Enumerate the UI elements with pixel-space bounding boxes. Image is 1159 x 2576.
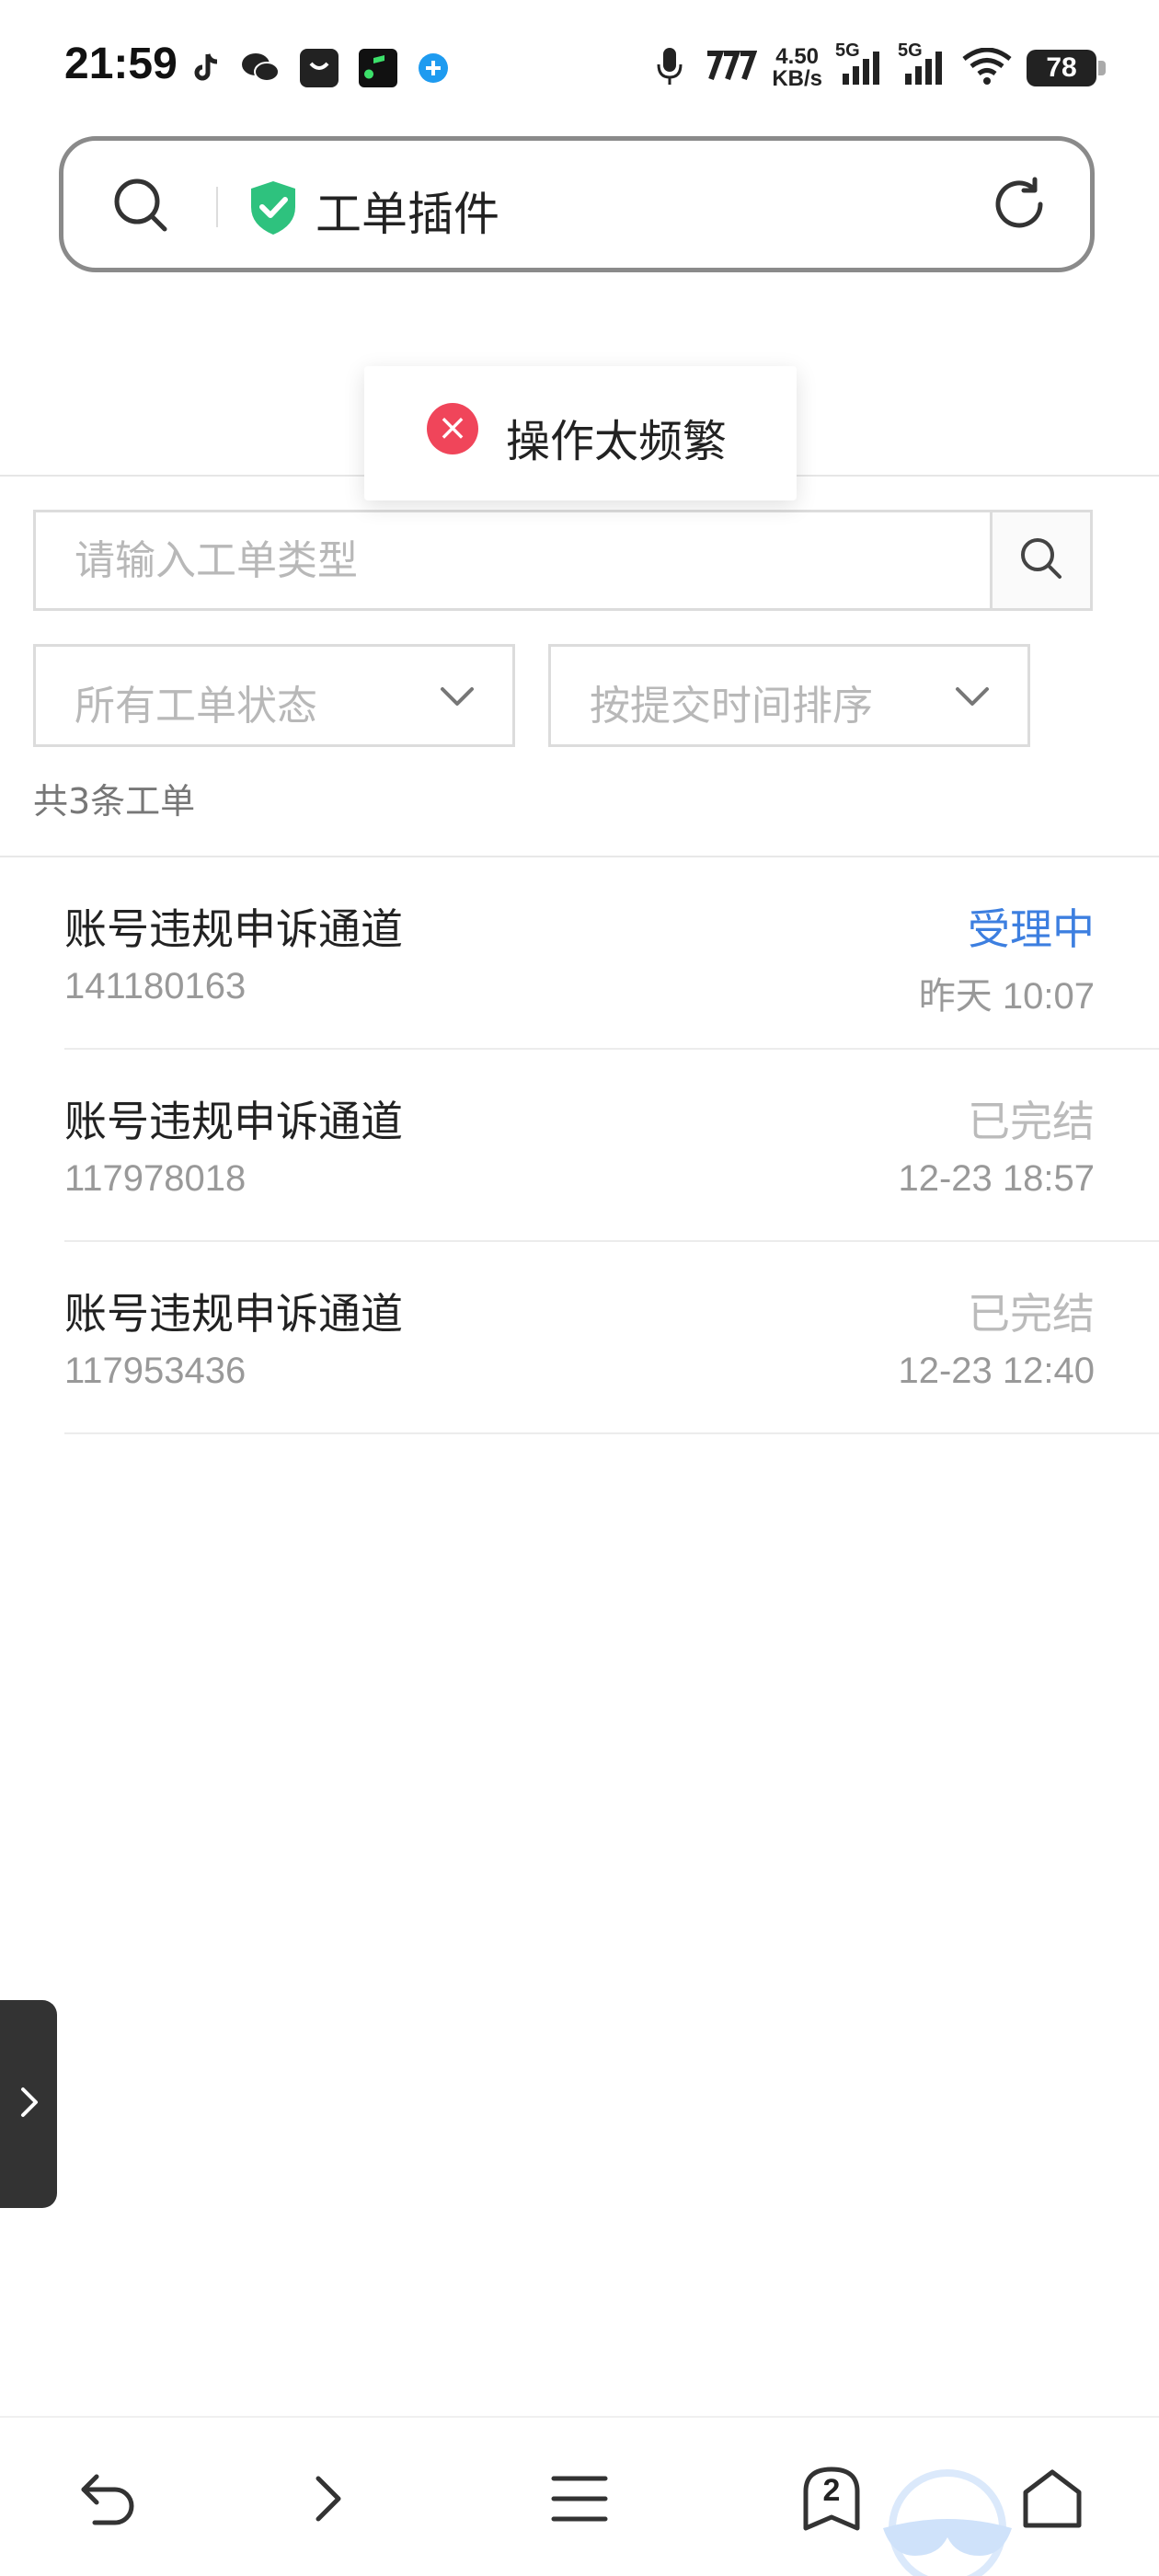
status-bar: 21:59 4.50 KB/s 5G 5G 78 (0, 0, 1159, 138)
row-divider (64, 1432, 1159, 1434)
back-button[interactable] (72, 2464, 145, 2537)
ticket-title: 账号违规申诉通道 (64, 904, 403, 954)
forward-button[interactable] (291, 2464, 364, 2537)
error-toast: × 操作太频繁 (364, 366, 797, 500)
tabs-button[interactable]: 2 (795, 2464, 868, 2537)
sort-label: 按提交时间排序 (590, 683, 873, 730)
list-item[interactable]: 账号违规申诉通道 141180163 受理中 昨天 10:07 (0, 857, 1159, 1050)
menu-button[interactable] (543, 2464, 616, 2537)
status-filter-select[interactable]: 所有工单状态 (33, 644, 515, 747)
search-icon (1017, 535, 1065, 586)
ticket-date: 12-23 12:40 (898, 1351, 1095, 1391)
signal-icon: 5G (898, 40, 947, 88)
address-bar[interactable]: 工单插件 (59, 136, 1095, 272)
chevron-right-icon (16, 2084, 41, 2124)
mascot-icon (865, 2455, 1012, 2576)
ticket-status: 已完结 (968, 1289, 1095, 1339)
ticket-id: 141180163 (64, 966, 247, 1006)
tab-count: 2 (822, 2473, 841, 2508)
error-icon: × (427, 403, 478, 454)
ticket-title: 账号违规申诉通道 (64, 1289, 403, 1339)
mic-icon (656, 46, 683, 90)
plus-app-icon (418, 52, 449, 87)
address-divider (216, 187, 218, 227)
status-right: 4.50 KB/s 5G 5G 78 (656, 40, 1106, 94)
home-icon (1020, 2467, 1084, 2535)
hd-icon (698, 50, 758, 86)
ticket-id: 117953436 (64, 1351, 247, 1391)
ticket-list: 账号违规申诉通道 141180163 受理中 昨天 10:07 账号违规申诉通道… (0, 857, 1159, 1434)
signal-icon: 5G (835, 40, 885, 88)
tiktok-icon (193, 52, 221, 87)
ticket-status: 受理中 (968, 904, 1095, 954)
ticket-search (33, 510, 1093, 611)
ticket-date: 昨天 10:07 (918, 976, 1095, 1017)
search-icon[interactable] (111, 176, 170, 238)
notification-icons (193, 48, 449, 92)
ticket-title: 账号违规申诉通道 (64, 1097, 403, 1146)
chevron-down-icon (439, 680, 476, 717)
home-button[interactable] (1016, 2464, 1089, 2537)
net-speed: 4.50 KB/s (772, 44, 822, 91)
shield-check-icon (247, 179, 299, 240)
chevron-down-icon (954, 680, 991, 717)
menu-icon (550, 2473, 609, 2528)
browser-toolbar: 2 (0, 2416, 1159, 2576)
bag-app-icon (300, 49, 339, 91)
side-panel-handle[interactable] (0, 2000, 57, 2208)
ticket-id: 117978018 (64, 1158, 247, 1199)
battery-indicator: 78 (1027, 50, 1106, 86)
reload-icon[interactable] (989, 174, 1050, 238)
back-arrow-icon (78, 2471, 139, 2530)
page-title: 工单插件 (316, 188, 499, 241)
list-item[interactable]: 账号违规申诉通道 117953436 已完结 12-23 12:40 (0, 1242, 1159, 1434)
toast-message: 操作太频繁 (506, 416, 728, 467)
chevron-right-icon (309, 2473, 346, 2528)
page: 21:59 4.50 KB/s 5G 5G 78 工单插件 请输入工单类型 所有… (0, 0, 1159, 2576)
ticket-type-input[interactable] (33, 510, 992, 611)
ticket-status: 已完结 (968, 1097, 1095, 1146)
sort-select[interactable]: 按提交时间排序 (548, 644, 1030, 747)
search-button[interactable] (990, 510, 1093, 611)
list-item[interactable]: 账号违规申诉通道 117978018 已完结 12-23 18:57 (0, 1050, 1159, 1242)
status-time: 21:59 (64, 40, 178, 88)
music-app-icon (359, 49, 397, 91)
tabs-icon: 2 (795, 2464, 868, 2537)
wifi-icon (962, 47, 1012, 88)
wechat-icon (241, 52, 280, 88)
ticket-count: 共3条工单 (33, 781, 196, 822)
status-filter-label: 所有工单状态 (75, 683, 317, 730)
ticket-date: 12-23 18:57 (898, 1158, 1095, 1199)
